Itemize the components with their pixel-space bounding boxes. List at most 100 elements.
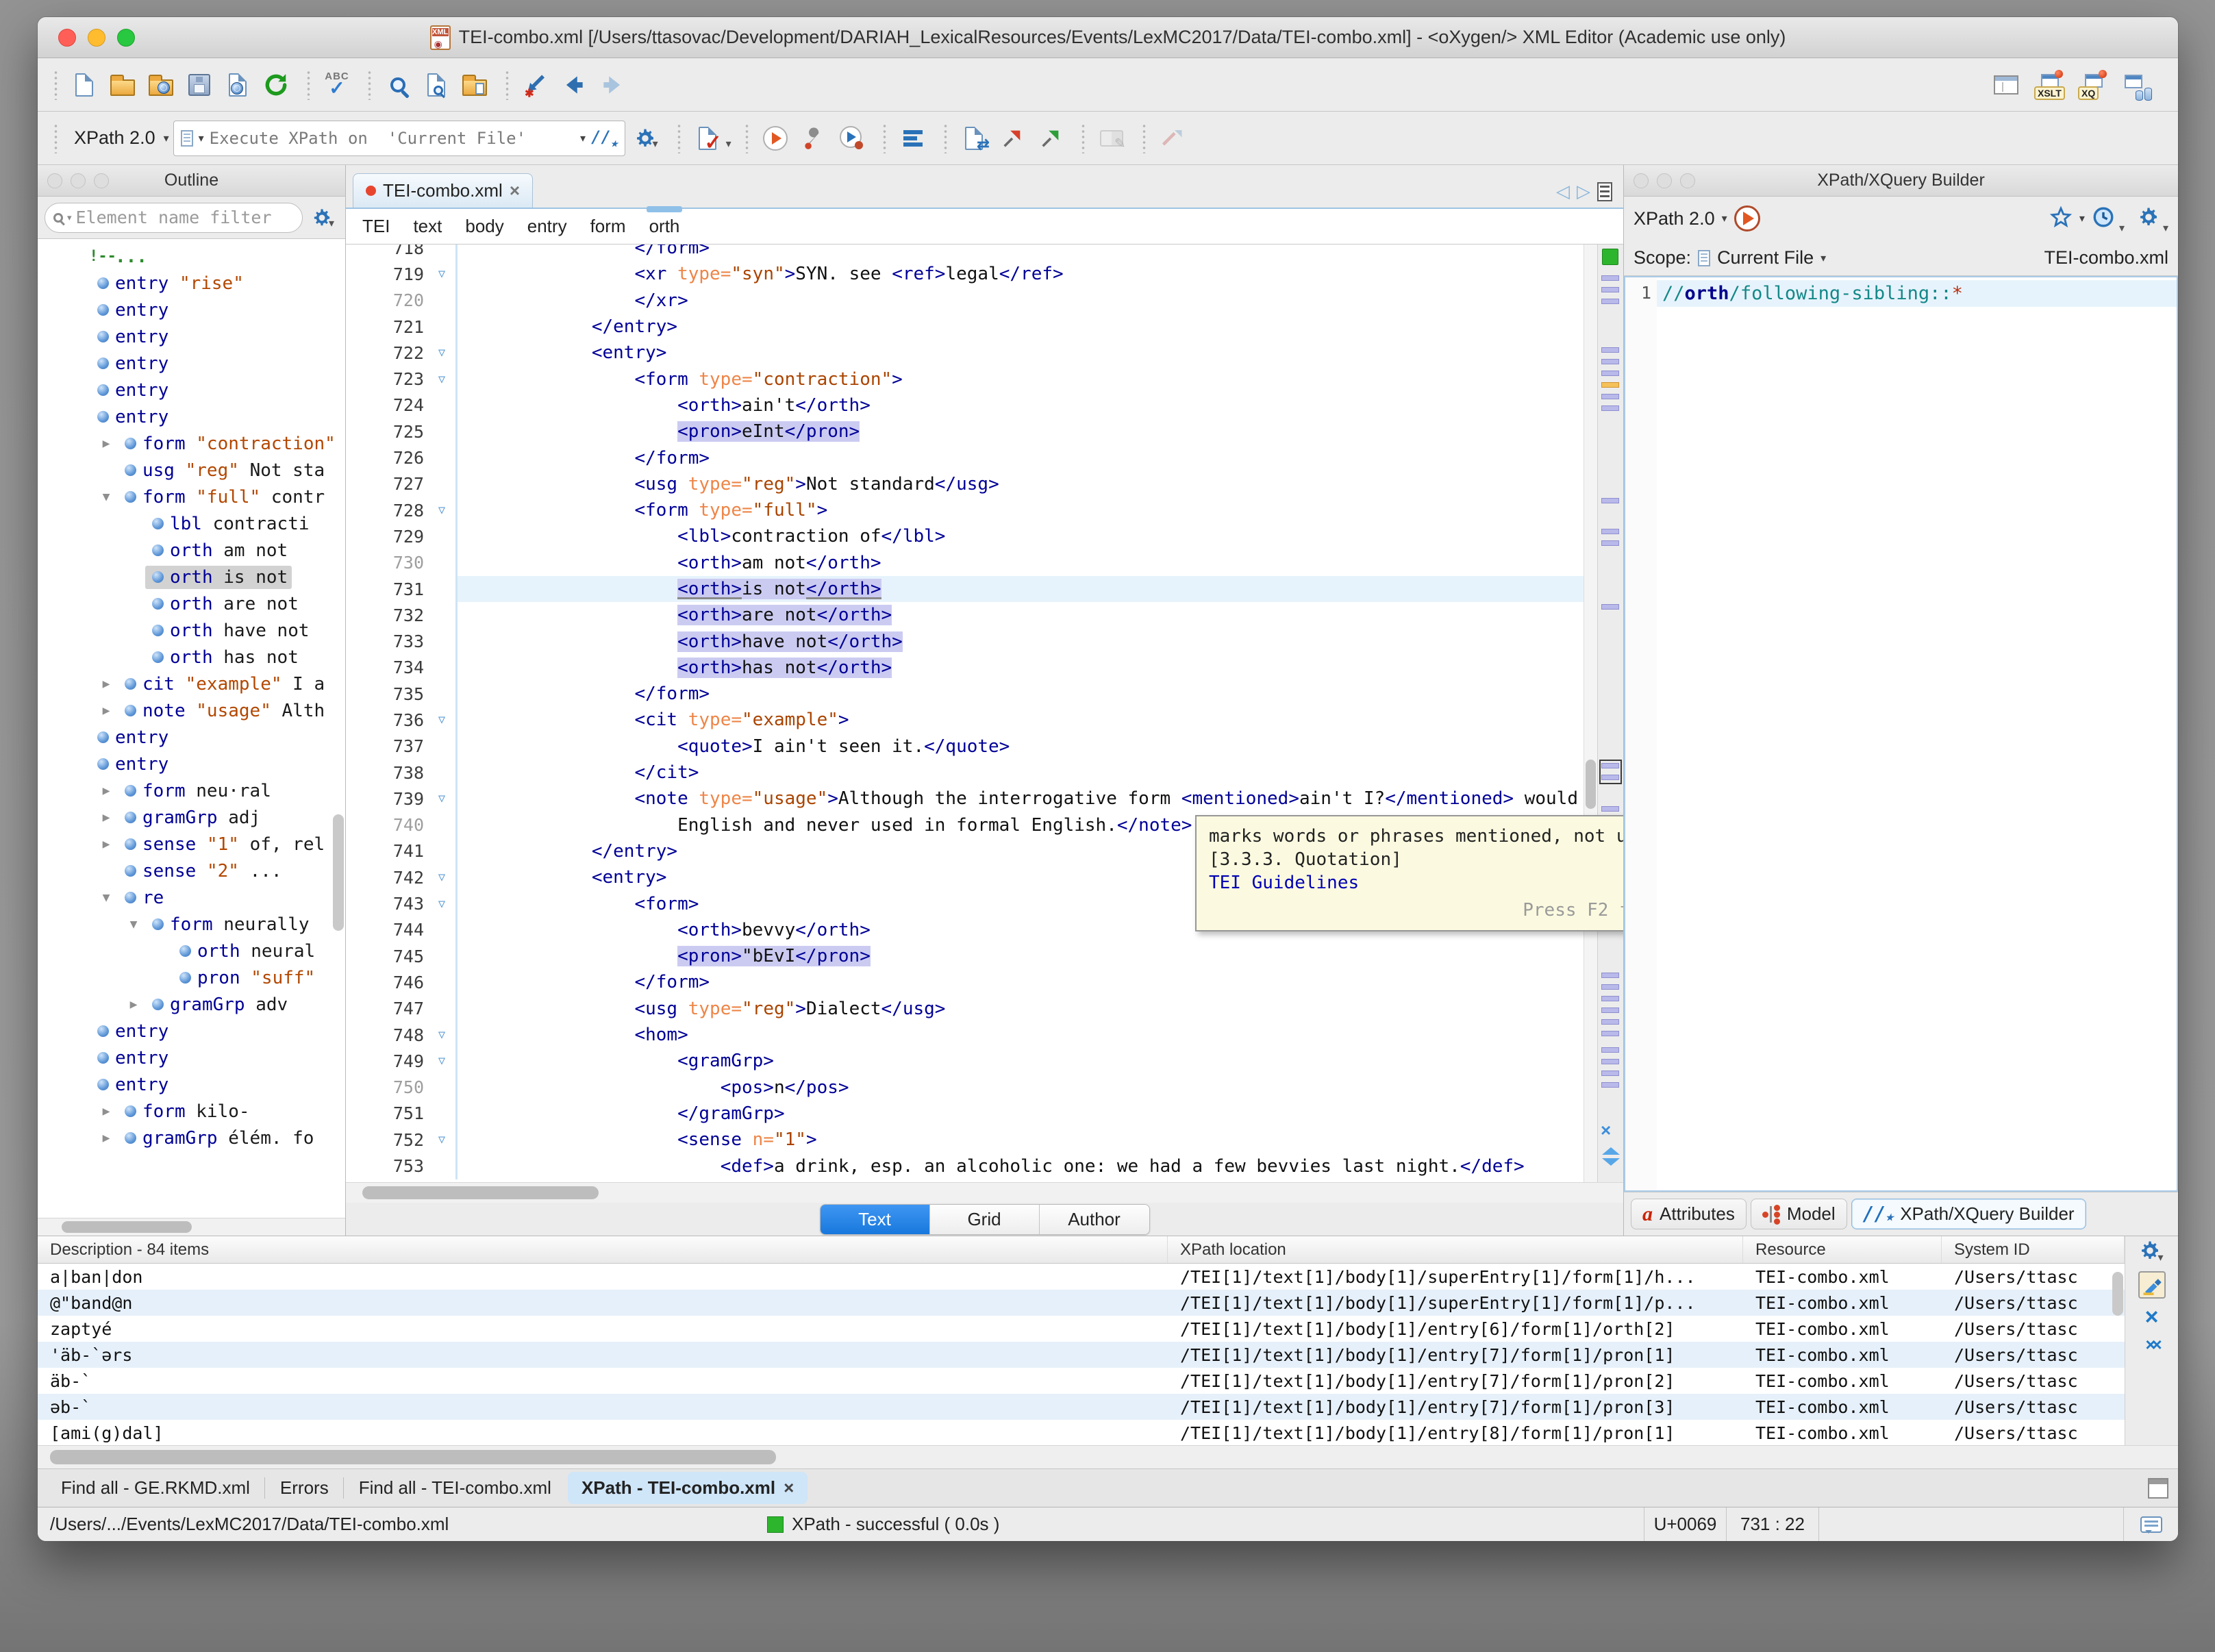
outline-item-form[interactable]: ▶form "contraction" [38,430,345,457]
navigate-back-icon[interactable] [557,67,591,103]
xpath-settings-button[interactable]: ▾ [629,121,664,156]
expand-arrow-icon[interactable]: ▶ [95,1104,118,1118]
outline-item-cit[interactable]: ▶cit "example" I a [38,671,345,697]
find-in-files-icon[interactable] [419,67,453,103]
code-line-739[interactable]: 739▽ <note type="usage">Although the int… [346,786,1584,812]
manage-reviews-button[interactable]: ✎ [1094,121,1129,156]
outline-item-entry[interactable]: entry [38,323,345,350]
code-line-723[interactable]: 723▽ <form type="contraction"> [346,366,1584,392]
breadcrumb-item-orth[interactable]: orth [649,216,680,237]
fold-toggle-icon[interactable]: ▽ [428,871,455,884]
code-line-725[interactable]: 725 <pron>eInt</pron> [346,418,1584,445]
occurrence-marker[interactable] [1601,996,1619,1001]
outline-item-orth[interactable]: orth am not [38,537,345,564]
mode-button-author[interactable]: Author [1040,1205,1149,1234]
find-resource-icon[interactable] [458,67,492,103]
breadcrumb-item-TEI[interactable]: TEI [362,216,390,237]
close-tab-icon[interactable]: × [510,180,520,201]
chevron-down-icon[interactable]: ▾ [580,132,586,145]
result-row[interactable]: 'äb-`ərs/TEI[1]/text[1]/body[1]/entry[7]… [38,1342,2125,1368]
occurrence-marker[interactable] [1601,299,1619,304]
code-line-730[interactable]: 730 <orth>am not</orth> [346,550,1584,576]
fold-toggle-icon[interactable]: ▽ [428,373,455,386]
breadcrumb-item-entry[interactable]: entry [527,216,567,237]
fold-toggle-icon[interactable]: ▽ [428,897,455,911]
code-line-726[interactable]: 726 </form> [346,445,1584,471]
validate-button[interactable]: ✓ [690,121,725,156]
code-line-735[interactable]: 735 </form> [346,681,1584,707]
outline-item-pron[interactable]: pron "suff" [38,964,345,991]
xpath-query-editor[interactable]: 1 //orth/following-sibling::* [1624,276,2178,1192]
code-line-722[interactable]: 722▽ <entry> [346,340,1584,366]
code-line-738[interactable]: 738 </cit> [346,760,1584,786]
code-line-747[interactable]: 747 <usg type="reg">Dialect</usg> [346,996,1584,1022]
expand-arrow-icon[interactable]: ▶ [95,837,118,851]
code-line-753[interactable]: 753 <def>a drink, esp. an alcoholic one:… [346,1153,1584,1179]
code-line-727[interactable]: 727 <usg type="reg">Not standard</usg> [346,471,1584,497]
outline-item-entry[interactable]: entry [38,297,345,323]
occurrence-marker[interactable] [1601,1008,1619,1013]
apply-transformation-button[interactable] [758,121,792,156]
breadcrumb-item-text[interactable]: text [413,216,442,237]
configure-transformation-button[interactable] [797,121,831,156]
code-line-721[interactable]: 721 </entry> [346,314,1584,340]
editor-vertical-scrollbar[interactable] [1584,245,1597,1182]
fold-toggle-icon[interactable]: ▽ [428,346,455,360]
occurrence-marker[interactable] [1601,347,1619,353]
highlight-results-button[interactable] [2138,1271,2166,1299]
element-filter-input[interactable] [76,208,294,227]
code-line-720[interactable]: 720 </xr> [346,288,1584,314]
result-row[interactable]: @"band@n/TEI[1]/text[1]/body[1]/superEnt… [38,1290,2125,1316]
chevron-down-icon[interactable]: ▾ [2163,221,2168,240]
pin-location-red-icon[interactable] [995,121,1029,156]
result-row[interactable]: əb-`/TEI[1]/text[1]/body[1]/entry[7]/for… [38,1394,2125,1420]
outline-item-orth[interactable]: orth have not [38,617,345,644]
result-row[interactable]: zaptyé/TEI[1]/text[1]/body[1]/entry[6]/f… [38,1316,2125,1342]
outline-item-entry[interactable]: entry "rise" [38,270,345,297]
remove-result-icon[interactable]: × [2145,1305,2159,1329]
chevron-down-icon[interactable]: ▾ [2079,212,2085,225]
previous-marker-icon[interactable] [1602,1147,1620,1155]
mode-button-grid[interactable]: Grid [930,1205,1040,1234]
fold-toggle-icon[interactable]: ▽ [428,1054,455,1068]
expand-arrow-icon[interactable]: ▶ [95,784,118,798]
bottom-tab-find-all-ge-rkmd-xml[interactable]: Find all - GE.RKMD.xml [47,1472,264,1504]
code-line-736[interactable]: 736▽ <cit type="example"> [346,707,1584,733]
xpath-switch-icon[interactable]: //★ [591,127,618,149]
expand-arrow-icon[interactable]: ▶ [95,703,118,718]
outline-item-entry[interactable]: entry [38,377,345,403]
expand-arrow-icon[interactable]: ▶ [95,1131,118,1145]
occurrence-marker[interactable] [1601,405,1619,411]
status-notifications[interactable] [2123,1507,2178,1541]
outline-item-form[interactable]: ▼form "full" contr [38,484,345,510]
favorites-star-icon[interactable] [2049,205,2073,232]
breadcrumb-item-form[interactable]: form [590,216,626,237]
fold-toggle-icon[interactable]: ▽ [428,713,455,727]
element-filter-box[interactable]: ▾ [45,203,303,233]
occurrence-marker[interactable] [1601,540,1619,546]
next-marker-icon[interactable] [1602,1158,1620,1166]
navigate-forward-icon[interactable] [595,67,629,103]
occurrence-marker[interactable] [1601,1071,1619,1076]
occurrence-marker[interactable] [1601,984,1619,990]
occurrence-marker[interactable] [1601,973,1619,978]
outline-item-gramGrp[interactable]: ▶gramGrp élém. fo [38,1125,345,1151]
result-row[interactable]: a|ban|don/TEI[1]/text[1]/body[1]/superEn… [38,1264,2125,1290]
occurrence-marker[interactable] [1601,1082,1619,1088]
outline-item-orth[interactable]: orth is not [38,564,345,590]
collapse-arrow-icon[interactable]: ▼ [122,917,145,931]
result-row[interactable]: äb-`/TEI[1]/text[1]/body[1]/entry[7]/for… [38,1368,2125,1394]
chevron-down-icon[interactable]: ▾ [726,137,731,156]
bottom-tab-xpath-tei-combo-xml[interactable]: XPath - TEI-combo.xml× [568,1472,808,1504]
debug-xq-icon[interactable]: XQ [2077,67,2111,103]
debug-scenario-button[interactable] [835,121,869,156]
scope-value[interactable]: Current File [1717,247,1814,268]
code-line-733[interactable]: 733 <orth>have not</orth> [346,628,1584,654]
outline-item-entry[interactable]: entry [38,724,345,751]
code-editor[interactable]: 718 </form>719▽ <xr type="syn">SYN. see … [346,245,1584,1182]
code-line-724[interactable]: 724 <orth>ain't</orth> [346,392,1584,418]
code-line-749[interactable]: 749▽ <gramGrp> [346,1048,1584,1074]
results-vertical-scrollbar[interactable] [2112,1272,2123,1316]
zoom-window-button[interactable] [117,29,135,47]
debug-xslt-icon[interactable]: XSLT [2033,67,2067,103]
